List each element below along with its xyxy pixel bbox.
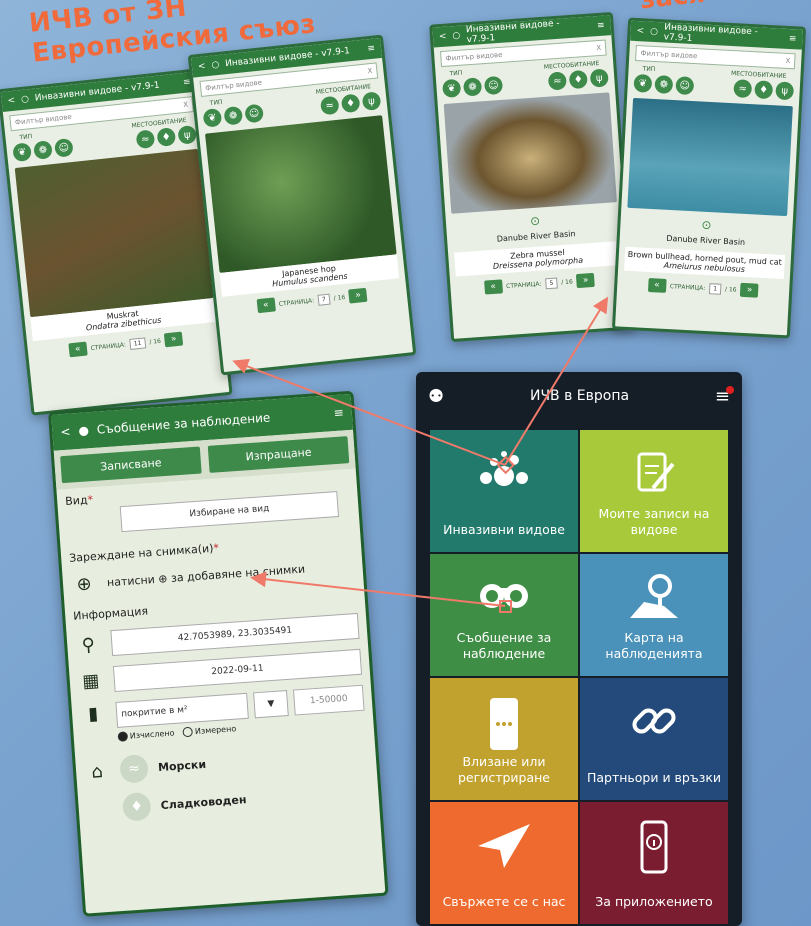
connector-arrows: [232, 296, 609, 613]
arrow-to-species-detail: [504, 296, 609, 466]
arrow-to-species-list: [232, 358, 506, 466]
arrow-to-observation-form: [250, 571, 506, 607]
